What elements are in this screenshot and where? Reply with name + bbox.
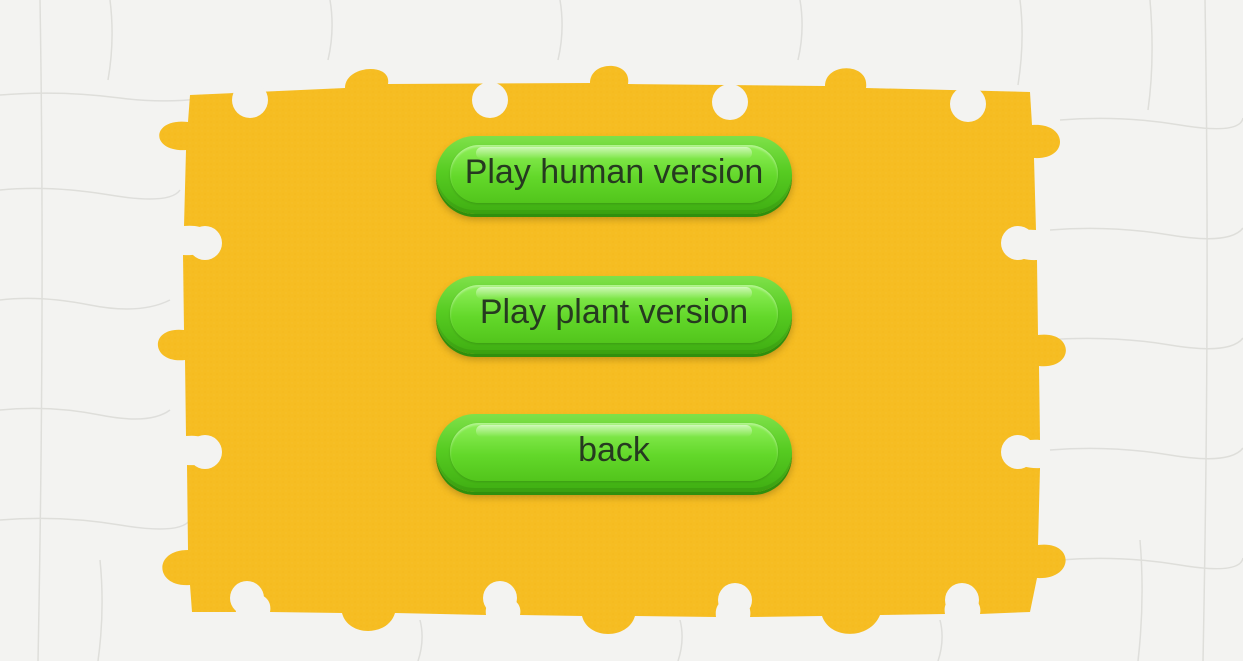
play-human-version-label: Play human version [464, 152, 764, 191]
play-plant-version-button[interactable]: Play plant version [436, 276, 792, 354]
back-button[interactable]: back [436, 414, 792, 492]
play-plant-version-label: Play plant version [479, 292, 749, 331]
play-human-version-button[interactable]: Play human version [436, 136, 792, 214]
back-label: back [578, 430, 650, 469]
